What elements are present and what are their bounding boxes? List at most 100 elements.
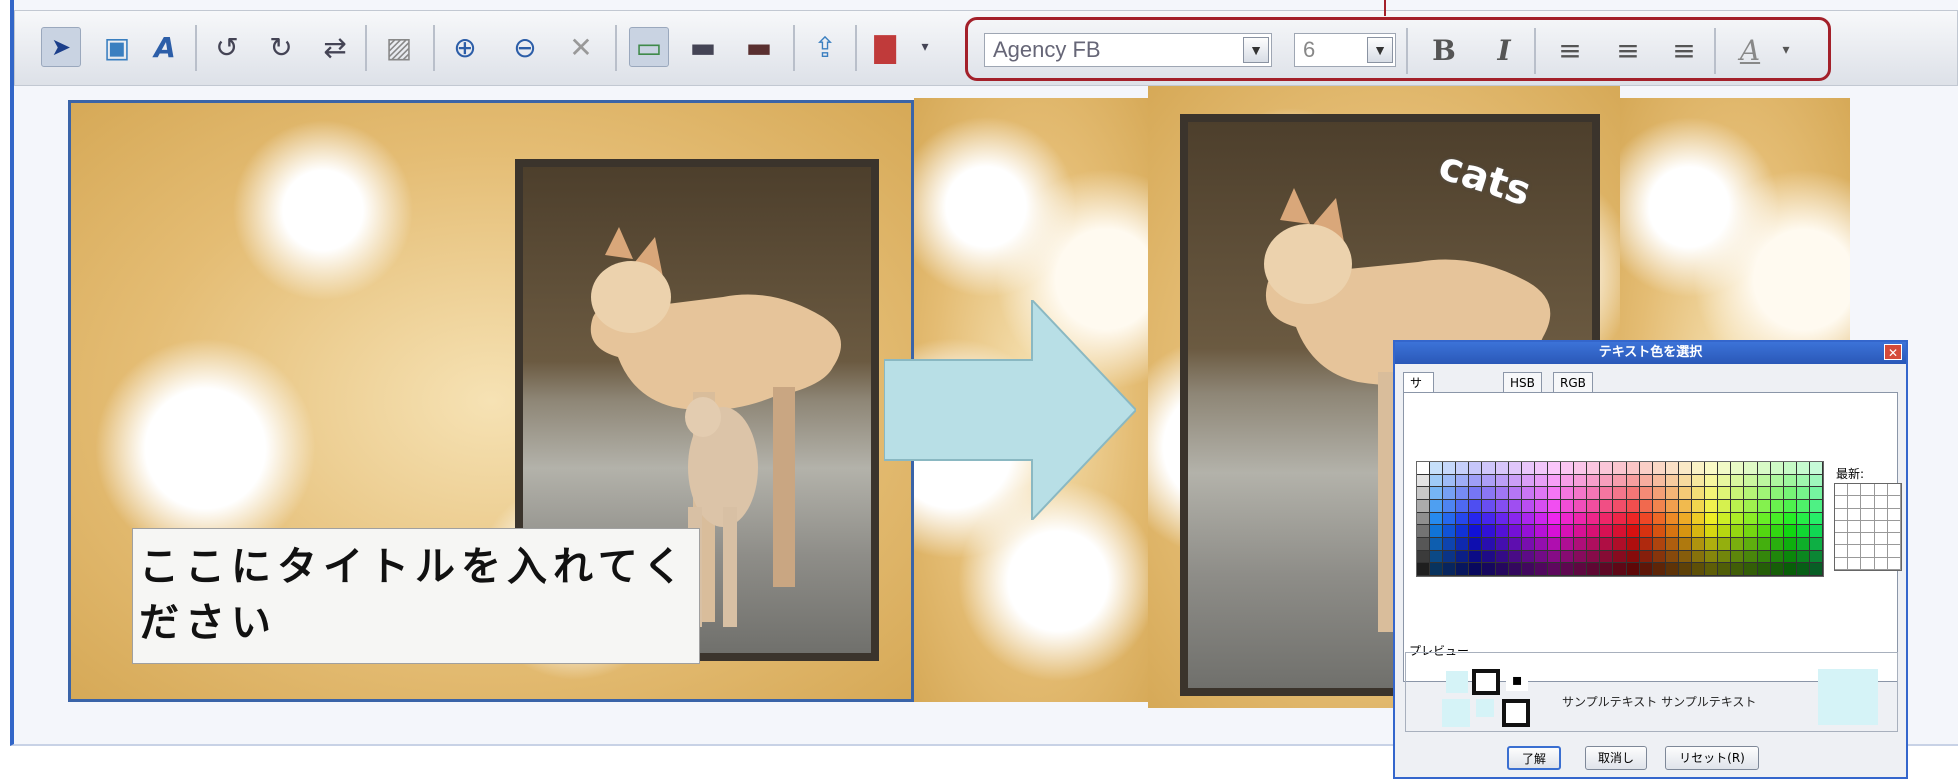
color-swatch[interactable] [1757, 525, 1771, 538]
recent-color-swatch[interactable] [1874, 545, 1888, 558]
chart-dropdown-icon[interactable]: ▾ [913, 27, 937, 67]
color-swatch[interactable] [1652, 487, 1666, 500]
color-swatch[interactable] [1783, 487, 1797, 500]
color-swatch[interactable] [1495, 474, 1509, 488]
image-dark-icon[interactable]: ▬ [683, 27, 723, 67]
color-swatch[interactable] [1521, 474, 1535, 488]
recent-color-swatch[interactable] [1861, 508, 1875, 521]
color-swatch[interactable] [1731, 550, 1745, 564]
color-swatch[interactable] [1639, 462, 1653, 475]
color-swatch[interactable] [1639, 550, 1653, 564]
color-swatch[interactable] [1495, 538, 1509, 551]
color-swatch[interactable] [1665, 538, 1679, 551]
recent-color-swatch[interactable] [1874, 508, 1888, 521]
recent-color-swatch[interactable] [1874, 484, 1888, 497]
color-swatch[interactable] [1613, 525, 1627, 538]
color-swatch[interactable] [1587, 487, 1601, 500]
color-swatch[interactable] [1783, 538, 1797, 551]
color-swatch[interactable] [1731, 474, 1745, 488]
color-swatch[interactable] [1547, 487, 1562, 500]
recent-color-swatch[interactable] [1861, 520, 1875, 534]
color-swatch[interactable] [1534, 500, 1548, 513]
color-swatch[interactable] [1534, 563, 1548, 576]
color-swatch[interactable] [1430, 487, 1444, 500]
color-swatch[interactable] [1430, 525, 1444, 538]
color-swatch[interactable] [1626, 487, 1640, 500]
color-swatch[interactable] [1770, 474, 1784, 488]
color-swatch[interactable] [1809, 462, 1823, 475]
color-swatch[interactable] [1587, 462, 1601, 475]
font-size-select[interactable]: 6 ▼ [1294, 33, 1396, 67]
color-swatch[interactable] [1521, 550, 1535, 564]
color-swatch[interactable] [1561, 512, 1575, 526]
color-swatch[interactable] [1508, 538, 1522, 551]
color-swatch[interactable] [1783, 462, 1797, 475]
recent-color-swatch[interactable] [1861, 533, 1875, 546]
color-swatch[interactable] [1469, 462, 1483, 475]
image-shadow-icon[interactable]: ▬ [739, 27, 779, 67]
color-swatch[interactable] [1809, 512, 1823, 526]
color-swatch[interactable] [1430, 512, 1444, 526]
color-swatch[interactable] [1443, 512, 1457, 526]
color-swatch[interactable] [1770, 487, 1784, 500]
color-swatch[interactable] [1731, 487, 1745, 500]
recent-color-swatch[interactable] [1887, 557, 1901, 570]
color-swatch[interactable] [1665, 487, 1679, 500]
color-swatch[interactable] [1482, 525, 1496, 538]
recent-color-swatch[interactable] [1874, 496, 1888, 509]
recent-color-swatch[interactable] [1848, 545, 1862, 558]
color-swatch[interactable] [1639, 525, 1653, 538]
color-swatch[interactable] [1443, 487, 1457, 500]
color-swatch[interactable] [1678, 550, 1693, 564]
color-swatch[interactable] [1626, 538, 1640, 551]
select-arrow-icon[interactable]: ➤ [41, 27, 81, 67]
color-swatch[interactable] [1678, 525, 1693, 538]
color-swatch[interactable] [1443, 538, 1457, 551]
color-swatch[interactable] [1770, 563, 1784, 576]
color-swatch[interactable] [1705, 512, 1719, 526]
color-swatch[interactable] [1783, 474, 1797, 488]
color-swatch[interactable] [1495, 563, 1509, 576]
color-swatch[interactable] [1796, 487, 1810, 500]
color-swatch[interactable] [1770, 525, 1784, 538]
color-swatch[interactable] [1639, 538, 1653, 551]
color-swatch[interactable] [1443, 474, 1457, 488]
color-swatch[interactable] [1639, 500, 1653, 513]
text-color-icon[interactable]: A [1728, 28, 1772, 72]
color-swatch[interactable] [1600, 538, 1614, 551]
color-swatch[interactable] [1652, 525, 1666, 538]
color-swatch[interactable] [1731, 500, 1745, 513]
color-swatch[interactable] [1508, 525, 1522, 538]
color-swatch[interactable] [1534, 512, 1548, 526]
tab-hsb[interactable]: HSB [1503, 372, 1542, 392]
color-swatch[interactable] [1770, 550, 1784, 564]
color-swatch[interactable] [1718, 563, 1732, 576]
color-swatch[interactable] [1796, 512, 1810, 526]
color-swatch[interactable] [1521, 525, 1535, 538]
recent-colors-grid[interactable] [1834, 483, 1902, 571]
color-swatch[interactable] [1456, 525, 1470, 538]
color-swatch[interactable] [1574, 474, 1588, 488]
color-swatch[interactable] [1587, 538, 1601, 551]
color-swatch[interactable] [1587, 563, 1601, 576]
recent-color-swatch[interactable] [1887, 496, 1901, 509]
color-swatch[interactable] [1430, 500, 1444, 513]
align-center-icon[interactable]: ≡ [1606, 28, 1650, 72]
color-swatch[interactable] [1796, 538, 1810, 551]
color-swatch[interactable] [1770, 538, 1784, 551]
color-swatch[interactable] [1574, 487, 1588, 500]
align-right-icon[interactable]: ≡ [1662, 28, 1706, 72]
color-swatch[interactable] [1574, 500, 1588, 513]
color-swatch[interactable] [1587, 550, 1601, 564]
zoom-out-icon[interactable]: ⊖ [505, 27, 545, 67]
recent-color-swatch[interactable] [1861, 496, 1875, 509]
recent-color-swatch[interactable] [1835, 520, 1849, 534]
color-swatch[interactable] [1652, 512, 1666, 526]
color-swatch[interactable] [1652, 500, 1666, 513]
color-swatch[interactable] [1718, 500, 1732, 513]
color-swatch[interactable] [1692, 487, 1706, 500]
color-swatch[interactable] [1692, 538, 1706, 551]
color-swatch[interactable] [1495, 500, 1509, 513]
color-swatch[interactable] [1587, 525, 1601, 538]
color-swatch[interactable] [1508, 462, 1522, 475]
